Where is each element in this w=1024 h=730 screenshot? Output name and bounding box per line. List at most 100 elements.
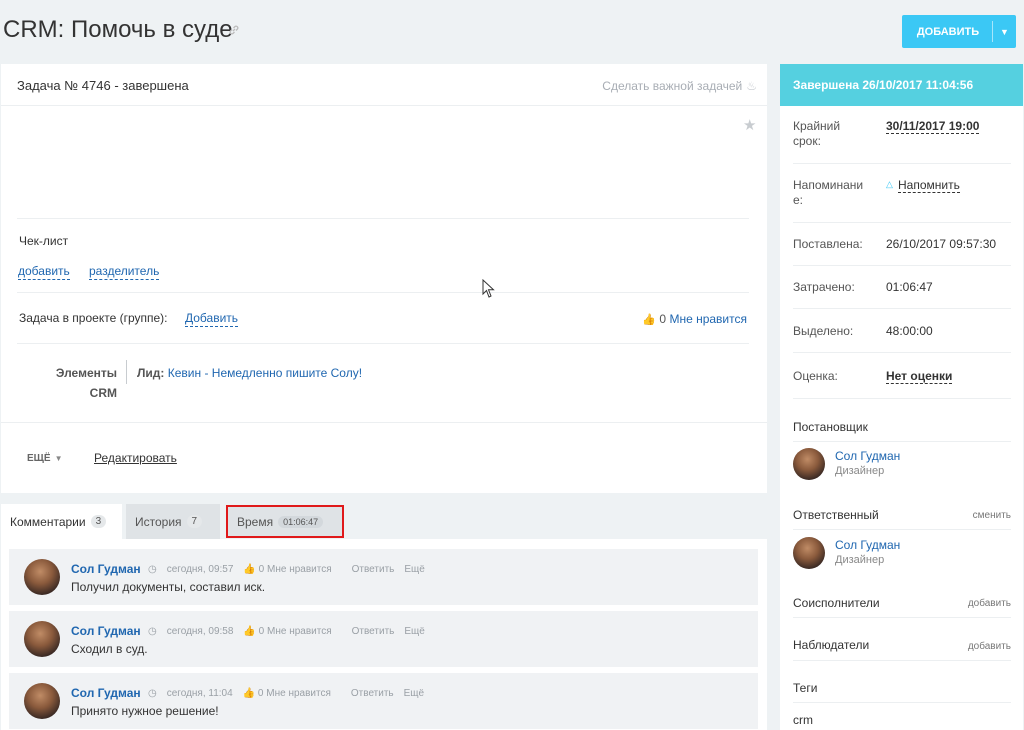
avatar[interactable] [24,621,60,657]
tab-count-badge: 7 [186,515,203,528]
bell-icon: △ [886,179,893,189]
comment-item: Сол Гудман ◷ сегодня, 11:04 👍 0 Мне нравит… [9,673,758,729]
tab-label[interactable]: Время [237,515,273,529]
responsible-name[interactable]: Сол Гудман [835,538,900,552]
checklist-separator-link[interactable]: разделитель [89,264,160,280]
comment-author[interactable]: Сол Гудман [71,562,141,576]
reminder-link[interactable]: Напомнить [898,178,960,193]
comment-like[interactable]: 👍 0 Мне нравится [243,688,341,699]
comment-author[interactable]: Сол Гудман [71,686,141,700]
avatar[interactable] [793,537,825,569]
make-important-label[interactable]: Сделать важной задачей [602,79,742,93]
coexecutors-add-link[interactable]: добавить [968,598,1011,609]
mouse-cursor-icon [482,278,496,304]
comment-like-label[interactable]: 0 Мне нравится [259,564,332,575]
rating-value[interactable]: Нет оценки [886,369,953,384]
tab-time-badge: 01:06:47 [278,515,324,528]
tab-count-badge: 3 [90,515,107,528]
like-control[interactable]: 👍 0 Мне нравится [642,312,747,326]
tag-item[interactable]: crm [793,713,813,727]
avatar[interactable] [793,448,825,480]
link-icon[interactable] [228,24,240,39]
comment-time: сегодня, 09:57 [166,564,234,575]
comment-author[interactable]: Сол Гудман [71,624,141,638]
comment-item: Сол Гудман ◷ сегодня, 09:58 👍 0 Мне нравит… [9,611,758,667]
observers-title: Наблюдатели [793,638,870,652]
deadline-label-line2: срок: [793,134,821,148]
comment-text: Принято нужное решение! [71,704,219,718]
crm-lead-link[interactable]: Кевин - Немедленно пишите Солу! [168,366,362,380]
deadline-value[interactable]: 30/11/2017 19:00 [886,119,980,134]
add-button-label[interactable]: ДОБАВИТЬ [902,26,992,38]
deadline-label: Крайний срок: [793,119,875,149]
checklist-add-link[interactable]: добавить [18,264,70,280]
chevron-down-icon[interactable]: ▼ [993,27,1016,37]
rating-label: Оценка: [793,369,838,383]
thumb-up-icon[interactable]: 👍 [642,314,656,326]
tab-comments[interactable]: Комментарии 3 [1,504,122,539]
divider [17,292,749,293]
task-card: Задача № 4746 - завершена Сделать важной… [1,64,767,493]
tab-label[interactable]: Комментарии [10,515,86,529]
crm-elements-label: Элементы CRM [31,363,117,403]
page-title: CRM: Помочь в суде [3,16,233,43]
more-menu[interactable]: ЕЩЁ ▼ [27,453,62,464]
divider [793,352,1011,353]
divider [793,308,1011,309]
comment-like-label[interactable]: 0 Мне нравится [258,688,331,699]
responsible-position: Дизайнер [835,554,885,566]
comment-time: сегодня, 09:58 [166,626,234,637]
responsible-change-link[interactable]: сменить [973,510,1011,521]
comment-reply[interactable]: Ответить [351,688,394,699]
tab-time[interactable]: Время 01:06:47 [226,505,344,538]
comment-like[interactable]: 👍 0 Мне нравится [243,626,341,637]
tags-title: Теги [793,681,818,695]
creator-name[interactable]: Сол Гудман [835,449,900,463]
like-link[interactable]: Мне нравится [669,312,747,326]
comment-item: Сол Гудман ◷ сегодня, 09:57 👍 0 Мне нравит… [9,549,758,605]
crm-lead: Лид: Кевин - Немедленно пишите Солу! [137,366,362,380]
comment-more[interactable]: Ещё [404,688,424,699]
chevron-down-icon: ▼ [54,454,63,463]
divider [793,702,1011,703]
responsible-title: Ответственный [793,508,879,522]
comment-reply[interactable]: Ответить [352,626,395,637]
comment-time: сегодня, 11:04 [166,688,233,699]
divider [793,398,1011,399]
crm-lead-label: Лид: [137,366,165,380]
fire-icon: ♨ [746,79,757,93]
star-icon[interactable]: ★ [743,116,756,134]
creator-person: Сол Гудман Дизайнер [793,448,1011,482]
task-sidebar: Завершена 26/10/2017 11:04:56 Крайний сро… [780,64,1023,730]
project-label: Задача в проекте (группе): [19,311,168,325]
add-button[interactable]: ДОБАВИТЬ ▼ [902,15,1016,48]
spent-value: 01:06:47 [886,280,933,294]
creator-position: Дизайнер [835,465,885,477]
divider [793,163,1011,164]
reminder-label-line1: Напоминани [793,178,864,192]
more-label[interactable]: ЕЩЁ [27,453,51,464]
divider [17,343,749,344]
comment-like[interactable]: 👍 0 Мне нравится [243,564,341,575]
tab-history[interactable]: История 7 [126,504,220,539]
project-add-link[interactable]: Добавить [185,311,239,327]
divider [793,660,1011,661]
created-label: Поставлена: [793,237,863,251]
divider [17,218,749,219]
observers-add-link[interactable]: добавить [968,641,1011,652]
comment-reply[interactable]: Ответить [352,564,395,575]
divider [793,222,1011,223]
comment-more[interactable]: Ещё [404,626,424,637]
reminder-label-line2: е: [793,193,804,207]
comment-like-label[interactable]: 0 Мне нравится [259,626,332,637]
make-important-link[interactable]: Сделать важной задачей ♨ [602,79,757,93]
task-header: Задача № 4746 - завершена Сделать важной… [1,64,767,106]
divider [1,422,767,423]
comment-text: Сходил в суд. [71,642,148,656]
avatar[interactable] [24,559,60,595]
reminder-label: Напоминани е: [793,178,875,208]
edit-link[interactable]: Редактировать [94,451,177,465]
tab-label[interactable]: История [135,515,182,529]
avatar[interactable] [24,683,60,719]
comment-more[interactable]: Ещё [404,564,424,575]
